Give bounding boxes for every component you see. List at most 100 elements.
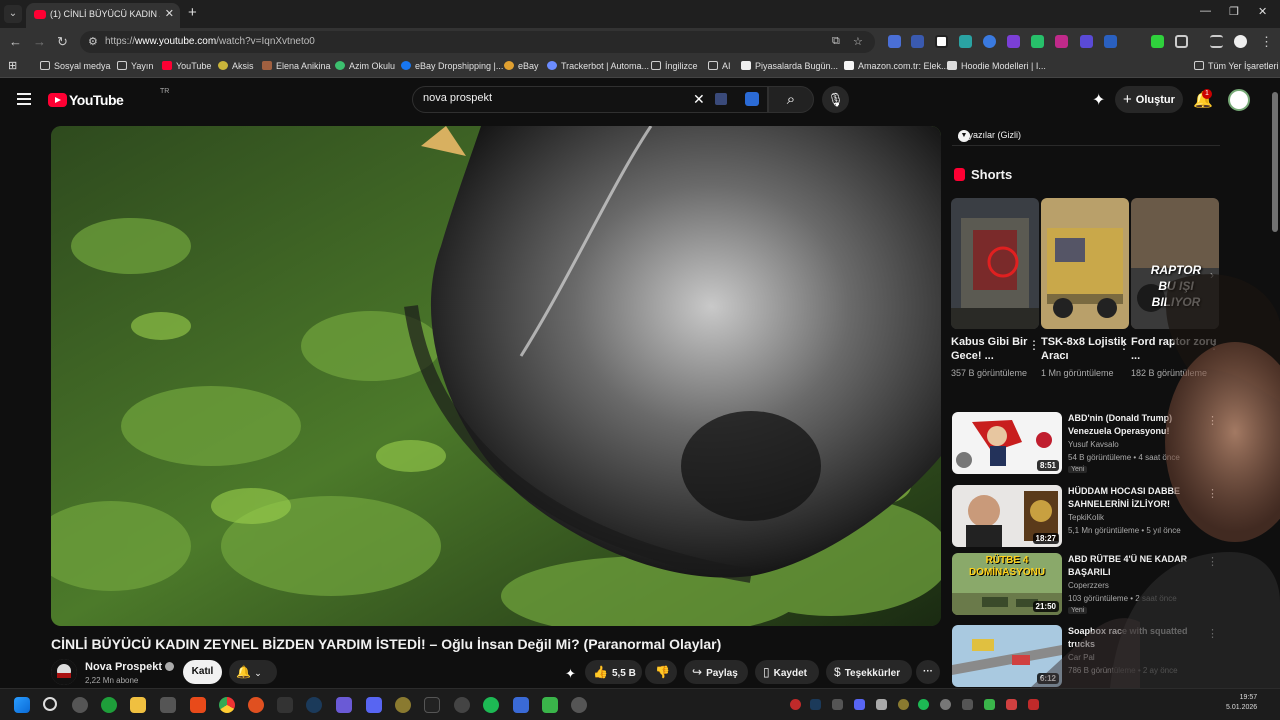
create-button[interactable]: + Oluştur — [1115, 86, 1183, 113]
more-options-icon[interactable]: ⋮ — [1207, 555, 1218, 568]
create-extension-icon[interactable]: ✦ — [1092, 90, 1105, 110]
tray-icon[interactable] — [1006, 699, 1017, 710]
join-button[interactable]: Katıl — [183, 660, 222, 684]
epic-games-icon[interactable] — [277, 697, 293, 713]
clear-search-icon[interactable]: ✕ — [693, 91, 705, 108]
more-options-icon[interactable]: ⋮ — [1207, 487, 1218, 500]
more-options-icon[interactable]: ⋮ — [1118, 338, 1130, 352]
extension-battery-icon[interactable] — [1151, 35, 1164, 48]
voice-search-button[interactable]: 🎙 — [822, 86, 849, 113]
bookmark-item[interactable]: İngilizce — [651, 61, 698, 71]
tray-spotify-icon[interactable] — [918, 699, 929, 710]
cast-icon[interactable]: ⧉ — [832, 35, 840, 48]
bookmark-item[interactable]: Piyasalarda Bugün... — [741, 61, 838, 71]
extension-counter-icon[interactable] — [1104, 35, 1117, 48]
chrome-icon[interactable] — [219, 697, 235, 713]
tray-steam-icon[interactable] — [810, 699, 821, 710]
tray-icon[interactable] — [790, 699, 801, 710]
shorts-next-icon[interactable]: › — [1210, 268, 1224, 288]
tray-icon[interactable] — [940, 699, 951, 710]
more-options-icon[interactable]: ⋮ — [1207, 414, 1218, 427]
page-scrollbar[interactable] — [1270, 80, 1280, 688]
recommended-video[interactable]: 18:27 HÜDDAM HOCASI DABBE SAHNELERİNİ İZ… — [952, 485, 1220, 551]
extension-leaf-icon[interactable] — [1031, 35, 1044, 48]
browser-tab-active[interactable]: (1) CİNLİ BÜYÜCÜ KADIN ZEYNEL ✕ — [26, 3, 180, 28]
short-item[interactable]: RAPTOR BU IŞI BILIYOR Ford raptor zoru .… — [1131, 198, 1220, 380]
extensions-puzzle-icon[interactable] — [1175, 35, 1188, 48]
close-window-button[interactable]: ✕ — [1258, 5, 1267, 18]
forward-button[interactable]: → — [33, 34, 46, 49]
browser-menu-icon[interactable]: ⋮ — [1260, 34, 1273, 50]
extension-seven-icon[interactable] — [959, 35, 972, 48]
scrollbar-thumb[interactable] — [1272, 92, 1278, 232]
chevron-down-icon[interactable]: ▼ — [958, 130, 970, 142]
extension-sparkle-icon[interactable]: ✦ — [565, 666, 576, 682]
all-bookmarks[interactable]: Tüm Yer İşaretleri — [1194, 61, 1279, 71]
tab-search-button[interactable]: ⌄ — [4, 5, 22, 23]
terminal-icon[interactable] — [424, 697, 440, 713]
minimize-button[interactable]: — — [1200, 5, 1211, 17]
subscription-bell-button[interactable]: 🔔 ⌄ — [229, 660, 277, 684]
extension-audio-icon[interactable] — [911, 35, 924, 48]
extension-box-icon[interactable] — [935, 35, 948, 48]
profile-avatar-icon[interactable] — [1234, 35, 1247, 48]
extension-translate-icon[interactable] — [888, 35, 901, 48]
tray-icon[interactable] — [876, 699, 887, 710]
youtube-logo[interactable]: YouTube TR — [48, 88, 169, 110]
tray-icon[interactable] — [984, 699, 995, 710]
taskbar-app-icon[interactable] — [513, 697, 529, 713]
system-clock[interactable]: 19:57 5.01.2026 — [1226, 693, 1257, 713]
tray-icon[interactable] — [832, 699, 843, 710]
video-player[interactable] — [51, 126, 941, 626]
taskbar-app-icon[interactable] — [72, 697, 88, 713]
discord-icon[interactable] — [366, 697, 382, 713]
tray-icon[interactable] — [1028, 699, 1039, 710]
back-button[interactable]: ← — [9, 34, 22, 49]
bookmark-star-icon[interactable]: ☆ — [853, 35, 863, 48]
taskbar-app-icon[interactable] — [336, 697, 352, 713]
bookmark-item[interactable]: Hoodie Modelleri | I... — [947, 61, 1046, 71]
more-options-icon[interactable]: ⋮ — [1208, 338, 1220, 352]
menu-icon[interactable] — [17, 93, 31, 108]
extension-shield-icon[interactable] — [983, 35, 996, 48]
recommended-video[interactable]: RÜTBE 4 DOMİNASYONU 21:50 ABD RÜTBE 4'Ü … — [952, 553, 1220, 619]
obs-icon[interactable] — [454, 697, 470, 713]
recommended-video[interactable]: 6:12 Soapbox race with squatted trucks C… — [952, 625, 1220, 691]
reload-button[interactable]: ↻ — [57, 34, 68, 50]
bookmark-item[interactable]: Azim Okulu — [335, 61, 395, 71]
recommended-video[interactable]: 8:51 ABD'nin (Donald Trump) Venezuela Op… — [952, 412, 1220, 478]
spotify-icon[interactable] — [483, 697, 499, 713]
more-actions-button[interactable]: ··· — [916, 660, 940, 684]
search-icon[interactable] — [43, 697, 57, 711]
short-item[interactable]: Kabus Gibi Bir Gece! ... 357 B görüntüle… — [951, 198, 1040, 380]
tab-close-icon[interactable]: ✕ — [165, 7, 174, 20]
search-button[interactable]: ⌕ — [768, 86, 814, 113]
xbox-icon[interactable] — [101, 697, 117, 713]
search-translate-icon[interactable] — [715, 93, 727, 105]
tray-icon[interactable] — [962, 699, 973, 710]
apps-grid-icon[interactable]: ⊞ — [8, 59, 17, 72]
taskbar-app-icon[interactable] — [571, 697, 587, 713]
new-tab-button[interactable]: + — [188, 4, 197, 21]
reading-list-icon[interactable] — [1210, 35, 1223, 48]
maximize-button[interactable]: ❐ — [1229, 5, 1239, 18]
bookmark-item[interactable]: Trackerbot | Automa... — [547, 61, 649, 71]
search-input[interactable] — [423, 92, 683, 104]
share-button[interactable]: ↪ Paylaş — [684, 660, 748, 684]
tray-discord-icon[interactable] — [854, 699, 865, 710]
search-extension-icon[interactable] — [745, 92, 759, 106]
bookmark-item[interactable]: Aksis — [218, 61, 254, 71]
like-button[interactable]: 👍 5,5 B — [585, 660, 642, 684]
taskbar-app-icon[interactable] — [248, 697, 264, 713]
short-item[interactable]: TSK-8x8 Lojistik Aracı 1 Mn görüntüleme … — [1041, 198, 1130, 380]
thanks-button[interactable]: $ Teşekkürler — [826, 660, 912, 684]
save-button[interactable]: ▯ Kaydet — [755, 660, 819, 684]
extension-badge-icon[interactable] — [1080, 35, 1093, 48]
user-avatar[interactable] — [1228, 89, 1250, 111]
bookmark-item[interactable]: eBay Dropshipping |... — [401, 61, 503, 71]
tray-icon[interactable] — [898, 699, 909, 710]
bookmark-item[interactable]: Amazon.com.tr: Elek... — [844, 61, 949, 71]
windows-start-icon[interactable] — [14, 697, 30, 713]
site-info-icon[interactable]: ⚙ — [88, 35, 98, 48]
channel-avatar[interactable] — [51, 659, 77, 685]
